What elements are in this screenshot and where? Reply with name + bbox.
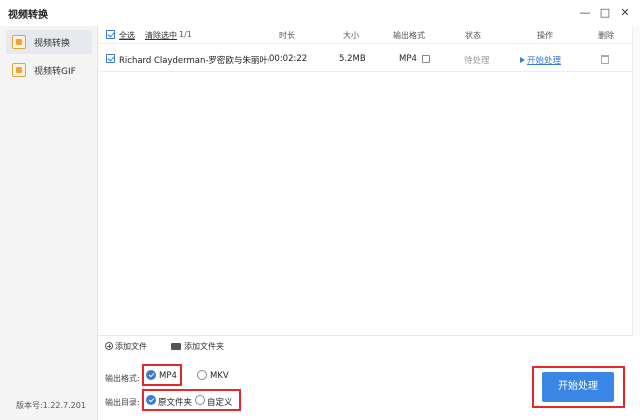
col-size: 大小 bbox=[343, 31, 359, 40]
gif-icon bbox=[12, 63, 26, 77]
version-label: 版本号:1.22.7.201 bbox=[16, 401, 86, 410]
dir-option-custom[interactable]: 自定义 bbox=[207, 396, 233, 408]
selection-count: 1/1 bbox=[179, 30, 192, 39]
add-folder-button[interactable]: 添加文件夹 bbox=[171, 341, 224, 352]
format-radio-mp4[interactable] bbox=[146, 370, 156, 380]
sidebar-item-video-to-gif[interactable]: 视频转GIF bbox=[6, 58, 92, 82]
list-toolbar: 添加文件 添加文件夹 bbox=[99, 337, 640, 355]
format-option-mkv[interactable]: MKV bbox=[210, 371, 229, 381]
clear-selected-link[interactable]: 清除选中 bbox=[145, 30, 177, 41]
window-title: 视频转换 bbox=[8, 10, 48, 21]
minimize-button[interactable]: — bbox=[576, 4, 594, 22]
col-output-format: 输出格式 bbox=[393, 31, 425, 40]
format-radio-mkv[interactable] bbox=[197, 370, 207, 380]
row-checkbox[interactable] bbox=[106, 54, 115, 63]
col-duration: 时长 bbox=[279, 31, 295, 40]
sidebar-item-label: 视频转GIF bbox=[34, 67, 76, 77]
col-delete: 删除 bbox=[598, 31, 614, 40]
output-format-label: 输出格式: bbox=[105, 374, 140, 383]
start-process-label: 开始处理 bbox=[527, 56, 562, 66]
title-bar: 视频转换 — □ ✕ bbox=[0, 0, 640, 26]
file-status: 待处理 bbox=[464, 56, 490, 66]
folder-icon bbox=[171, 343, 181, 350]
sidebar-item-video-convert[interactable]: 视频转换 bbox=[6, 30, 92, 54]
add-folder-label: 添加文件夹 bbox=[184, 342, 224, 351]
dir-radio-custom[interactable] bbox=[195, 395, 205, 405]
edit-icon[interactable] bbox=[422, 55, 430, 63]
file-format: MP4 bbox=[399, 54, 417, 64]
select-all-link[interactable]: 全选 bbox=[119, 30, 135, 41]
plus-icon bbox=[105, 342, 113, 350]
dir-radio-original[interactable] bbox=[146, 395, 156, 405]
scrollbar[interactable] bbox=[632, 26, 640, 336]
sidebar-item-label: 视频转换 bbox=[34, 39, 71, 49]
sidebar: 视频转换 视频转GIF bbox=[0, 26, 98, 420]
close-button[interactable]: ✕ bbox=[616, 4, 634, 22]
output-dir-label: 输出目录: bbox=[105, 398, 140, 407]
dir-option-original[interactable]: 原文件夹 bbox=[158, 396, 192, 408]
main-panel: 全选 清除选中 1/1 时长 大小 输出格式 状态 操作 删除 Richard … bbox=[99, 26, 640, 420]
select-all-checkbox[interactable] bbox=[106, 30, 115, 39]
start-process-link[interactable]: 开始处理 bbox=[520, 54, 561, 66]
col-action: 操作 bbox=[537, 31, 553, 40]
start-process-button[interactable]: 开始处理 bbox=[542, 372, 614, 402]
file-duration: 00:02:22 bbox=[269, 54, 308, 64]
add-file-button[interactable]: 添加文件 bbox=[105, 341, 147, 352]
file-name: Richard Clayderman-罗密欧与朱丽叶(... bbox=[119, 56, 269, 66]
col-status: 状态 bbox=[465, 31, 481, 40]
table-row: Richard Clayderman-罗密欧与朱丽叶(... 00:02:22 … bbox=[99, 46, 640, 72]
format-option-mp4[interactable]: MP4 bbox=[159, 371, 177, 381]
maximize-button[interactable]: □ bbox=[596, 4, 614, 22]
file-size: 5.2MB bbox=[339, 54, 366, 64]
add-file-label: 添加文件 bbox=[115, 342, 147, 351]
file-list: 全选 清除选中 1/1 时长 大小 输出格式 状态 操作 删除 Richard … bbox=[99, 26, 640, 336]
trash-icon[interactable] bbox=[601, 55, 609, 64]
list-header: 全选 清除选中 1/1 时长 大小 输出格式 状态 操作 删除 bbox=[99, 26, 640, 44]
video-convert-icon bbox=[12, 35, 26, 49]
play-icon bbox=[520, 57, 525, 63]
